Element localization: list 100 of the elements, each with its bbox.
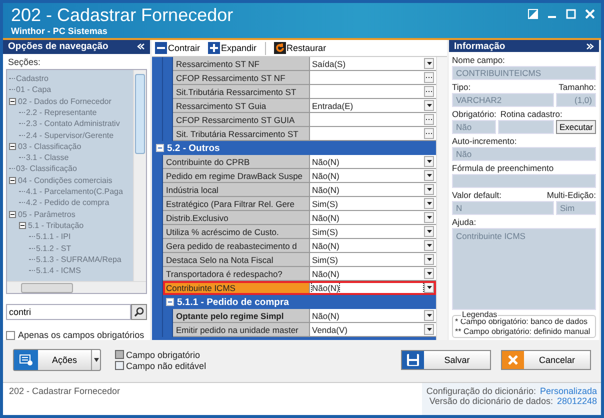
property-label: Sit.Tributária Ressarcimento ST [173,85,310,98]
list-gear-icon [19,354,33,366]
property-label: Distrib.Exclusivo [163,211,310,224]
actions-button[interactable]: Ações [13,349,102,371]
caret-icon [426,188,432,191]
property-row[interactable]: Contribuinte ICMS Não(N) [163,281,436,295]
ellipsis-button[interactable] [424,128,434,139]
dropdown-button[interactable] [424,156,434,167]
property-value[interactable]: Não(N) [310,267,436,280]
field-label: Nome campo: [452,55,505,65]
ellipsis-button[interactable] [424,86,434,97]
caret-icon [426,174,432,177]
field-value: Não [452,147,596,161]
scrollbar-thumb[interactable] [135,74,145,154]
property-row[interactable]: Ressarcimento ST Guia Entrada(E) [173,99,436,113]
property-row[interactable]: Optante pelo regime Simpl Não(N) [173,309,436,323]
collapse-icon[interactable] [19,222,26,229]
collapse-icon[interactable] [166,298,174,306]
legend-swatch [115,350,124,359]
cancel-button[interactable]: Cancelar [501,350,591,370]
toolbar-button[interactable]: Restaurar [274,42,326,54]
property-label: Ressarcimento ST NF [173,57,310,70]
property-value[interactable]: Não(N) [310,155,436,168]
property-row[interactable]: Ressarcimento ST NF Saída(S) [173,57,436,71]
dropdown-button[interactable] [424,198,434,209]
field-value: N [452,201,554,215]
dropdown-button[interactable] [424,268,434,279]
collapse-icon[interactable] [9,210,16,218]
expand-panel-icon[interactable] [586,42,594,50]
property-row[interactable]: Sit.Tributária Ressarcimento ST [173,85,436,99]
property-row[interactable]: Distrib.Exclusivo Não(N) [163,211,436,225]
dropdown-button[interactable] [424,58,434,69]
caret-icon [426,230,432,233]
dropdown-button[interactable] [424,282,434,293]
property-value[interactable]: Venda(V) [310,323,436,336]
property-value[interactable]: Não(N) [310,211,436,224]
property-value[interactable]: Não(N) [310,239,436,252]
property-value[interactable]: Não(N) [310,281,436,294]
property-value[interactable]: Sim(S) [310,253,436,266]
property-row[interactable]: Contribuinte do CPRB Não(N) [163,155,436,169]
status-text: 202 - Cadastrar Fornecedor [8,385,122,398]
property-row[interactable]: Transportadora é redespacho? Não(N) [163,267,436,281]
legend-swatch [115,361,124,370]
field-label: Tamanho: [558,82,596,92]
ellipsis-button[interactable] [424,72,434,83]
legend-text: ** Campo obrigatório: definido manual [455,326,592,336]
property-row[interactable]: Indústria local Não(N) [163,183,436,197]
field-label: Fórmula de preenchimento [452,163,554,173]
property-value[interactable]: Não(N) [310,169,436,182]
panel-title: Informação [454,40,506,52]
property-value[interactable]: Sim(S) [310,225,436,238]
property-value[interactable]: Não(N) [310,183,436,196]
collapse-panel-icon[interactable] [137,43,145,50]
property-row[interactable]: Pedido em regime DrawBack Suspe Não(N) [163,169,436,183]
scrollbar-thumb[interactable] [21,282,73,293]
field-value: (1,0) [556,93,596,107]
ellipsis-button[interactable] [424,114,434,125]
field-value: Sim [556,201,596,215]
property-row[interactable]: CFOP Ressarcimento ST NF [173,71,436,85]
caret-icon [426,62,432,65]
checkbox-label[interactable]: Apenas os campos obrigatórios [18,330,144,340]
checkbox[interactable] [6,330,15,340]
property-row[interactable]: CFOP Ressarcimento ST GUIA [173,113,436,127]
toolbar-button[interactable]: Expandir [208,42,257,54]
property-row[interactable]: Gera pedido de reabastecimento d Não(N) [163,239,436,253]
dropdown-button[interactable] [424,212,434,223]
dropdown-button[interactable] [424,226,434,237]
status-label: Versão do dicionário de dados: [429,396,553,406]
property-row[interactable]: Estratégico (Para Filtrar Rel. Gere Sim(S) [163,197,436,211]
collapse-icon[interactable] [9,142,16,150]
sections-label: Seções: [7,56,42,67]
restore-window-icon[interactable] [528,9,538,19]
property-row[interactable]: Sit. Tributária Ressarcimento ST [173,127,436,141]
field-value: VARCHAR2 [452,93,554,107]
dropdown-button[interactable] [424,240,434,251]
dropdown-button[interactable] [424,310,434,321]
dropdown-button[interactable] [424,100,434,111]
collapse-icon[interactable] [9,98,16,105]
property-value[interactable]: Sim(S) [310,197,436,210]
property-value[interactable]: Saída(S) [310,57,436,70]
search-field[interactable]: contri [6,304,131,320]
search-button[interactable] [131,304,147,320]
status-value: 28012248 [556,396,597,406]
close-icon[interactable] [585,9,595,19]
property-row[interactable]: Utiliza % acréscimo de Custo. Sim(S) [163,225,436,239]
dropdown-button[interactable] [424,324,434,335]
property-row[interactable]: Emitir pedido na unidade master Venda(V) [173,323,436,337]
scrollbar[interactable] [436,57,447,340]
toolbar-button[interactable]: Contrair [155,42,200,54]
run-button[interactable]: Executar [556,120,596,134]
dropdown-button[interactable] [424,184,434,195]
dropdown-button[interactable] [424,254,434,265]
property-value[interactable]: Entrada(E) [310,99,436,112]
property-value[interactable]: Não(N) [310,309,436,322]
collapse-icon[interactable] [156,144,164,152]
maximize-icon[interactable] [566,9,576,19]
collapse-icon[interactable] [9,176,16,184]
save-button[interactable]: Salvar [401,350,491,370]
property-row[interactable]: Destaca Selo na Nota Fiscal Sim(S) [163,253,436,267]
dropdown-button[interactable] [424,170,434,181]
